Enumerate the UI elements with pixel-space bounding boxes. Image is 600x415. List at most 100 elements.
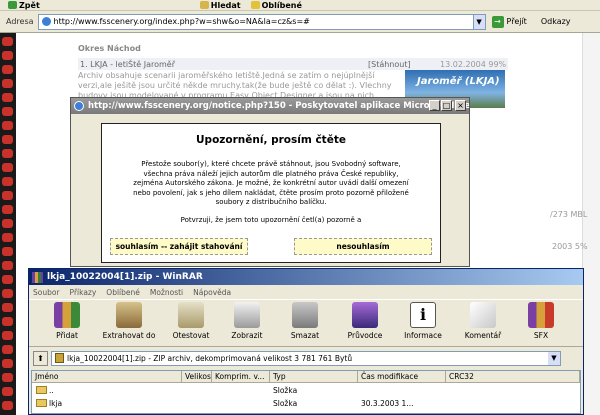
view-button[interactable]: Zobrazit: [217, 302, 277, 346]
scenery-date: 13.02.2004 99%: [440, 60, 507, 69]
test-icon: [178, 302, 204, 328]
add-archive-icon: [54, 302, 80, 328]
winrar-window: lkja_10022004[1].zip - WinRAR Soubor Pří…: [28, 268, 584, 415]
winrar-title: lkja_10022004[1].zip - WinRAR: [47, 272, 203, 282]
info-icon: i: [410, 302, 436, 328]
strip-dot: [2, 79, 13, 88]
col-crc[interactable]: CRC32: [446, 371, 580, 383]
archive-path-bar: ⬆ lkja_10022004[1].zip - ZIP archiv, dek…: [29, 349, 583, 367]
menu-item-commands[interactable]: Příkazy: [70, 288, 97, 297]
accept-button[interactable]: souhlasím -- zahájit stahování: [110, 238, 248, 255]
winrar-toolbar: Přidat Extrahovat do Otestovat Zobrazit …: [29, 299, 583, 347]
side-value: 2003 5%: [552, 242, 588, 251]
strip-dot: [2, 359, 13, 368]
notice-heading: Upozornění, prosím čtěte: [196, 134, 346, 146]
strip-dot: [2, 37, 13, 46]
browser-toolbar: Zpět Hledat Oblíbené: [0, 0, 600, 11]
add-button[interactable]: Přidat: [37, 302, 97, 346]
col-packed[interactable]: Komprim. v...: [212, 371, 270, 383]
back-button[interactable]: Zpět: [8, 1, 40, 10]
strip-dot: [2, 93, 13, 102]
strip-dot: [2, 345, 13, 354]
col-type[interactable]: Typ: [270, 371, 358, 383]
table-row[interactable]: ..: [36, 386, 54, 395]
address-input[interactable]: http://www.fsscenery.org/index.php?w=shw…: [37, 13, 486, 30]
minimize-button[interactable]: _: [429, 100, 440, 111]
strip-dot: [2, 387, 13, 396]
menu-item-file[interactable]: Soubor: [33, 288, 60, 297]
notice-box: Upozornění, prosím čtěte Přestože soubor…: [101, 123, 441, 263]
winrar-icon: [32, 271, 43, 283]
popup-title: http://www.fsscenery.org/notice.php?150 …: [88, 101, 469, 111]
strip-dot: [2, 177, 13, 186]
strip-dot: [2, 289, 13, 298]
view-icon: [234, 302, 260, 328]
strip-dot: [2, 401, 13, 410]
menu-item-options[interactable]: Možnosti: [150, 288, 183, 297]
strip-dot: [2, 135, 13, 144]
info-button[interactable]: i Informace: [393, 302, 453, 346]
strip-dot: [2, 247, 13, 256]
extract-icon: [116, 302, 142, 328]
col-size[interactable]: Velikost: [182, 371, 212, 383]
address-bar: Adresa http://www.fsscenery.org/index.ph…: [0, 11, 600, 33]
decline-button[interactable]: nesouhlasím: [294, 238, 432, 255]
favorites-button[interactable]: Oblíbené: [250, 1, 302, 10]
ie-icon: [74, 101, 84, 111]
strip-dot: [2, 317, 13, 326]
scenery-title[interactable]: 1. LKJA - letiŠtě Jaroměř: [80, 60, 175, 69]
menu-item-help[interactable]: Nápověda: [193, 288, 231, 297]
strip-dot: [2, 51, 13, 60]
strip-dot: [2, 219, 13, 228]
strip-dot: [2, 205, 13, 214]
strip-dot: [2, 163, 13, 172]
search-button[interactable]: Hledat: [199, 1, 241, 10]
page-icon: [41, 17, 51, 26]
popup-titlebar: http://www.fsscenery.org/notice.php?150 …: [71, 98, 469, 114]
address-url: http://www.fsscenery.org/index.php?w=shw…: [53, 17, 310, 26]
star-icon: [250, 1, 260, 9]
path-dropdown[interactable]: ▼: [548, 351, 560, 365]
wizard-icon: [352, 302, 378, 328]
test-button[interactable]: Otestovat: [161, 302, 221, 346]
up-folder-button[interactable]: ⬆: [33, 350, 48, 366]
archive-path-field[interactable]: lkja_10022004[1].zip - ZIP archiv, dekom…: [51, 350, 561, 366]
extract-button[interactable]: Extrahovat do: [99, 302, 159, 346]
zip-icon: [55, 353, 64, 363]
delete-icon: [292, 302, 318, 328]
side-value: /273 MBL: [550, 210, 588, 219]
row-type: Složka: [273, 386, 298, 395]
strip-dot: [2, 121, 13, 130]
strip-dot: [2, 275, 13, 284]
menu-item-favorites[interactable]: Oblíbené: [106, 288, 140, 297]
address-dropdown[interactable]: ▼: [472, 14, 485, 29]
strip-dot: [2, 149, 13, 158]
archive-path: lkja_10022004[1].zip - ZIP archiv, dekom…: [67, 353, 353, 363]
download-link[interactable]: [Stáhnout]: [368, 60, 411, 69]
file-list: Jméno Velikost Komprim. v... Typ Čas mod…: [31, 370, 581, 414]
table-row[interactable]: lkja: [36, 399, 62, 408]
comment-icon: [470, 302, 496, 328]
sfx-icon: [528, 302, 554, 328]
strip-dot: [2, 233, 13, 242]
row-modified: 30.3.2003 1...: [361, 399, 414, 408]
delete-button[interactable]: Smazat: [275, 302, 335, 346]
address-label: Adresa: [6, 17, 34, 26]
winrar-menubar: Soubor Příkazy Oblíbené Možnosti Nápověd…: [29, 286, 583, 298]
winrar-titlebar: lkja_10022004[1].zip - WinRAR: [29, 269, 583, 285]
strip-dot: [2, 65, 13, 74]
go-button[interactable]: → Přejít: [491, 15, 527, 28]
wizard-button[interactable]: Průvodce: [335, 302, 395, 346]
strip-dot: [2, 261, 13, 270]
sfx-button[interactable]: SFX: [511, 302, 571, 346]
strip-dot: [2, 373, 13, 382]
strip-dot: [2, 107, 13, 116]
maximize-button[interactable]: □: [441, 100, 452, 111]
district-heading: Okres Náchod: [78, 44, 141, 53]
col-name[interactable]: Jméno: [32, 371, 182, 383]
links-button[interactable]: Odkazy: [541, 17, 571, 26]
comment-button[interactable]: Komentář: [453, 302, 513, 346]
close-button[interactable]: ×: [455, 100, 466, 111]
left-strip: [0, 33, 16, 415]
col-modified[interactable]: Čas modifikace: [358, 371, 446, 383]
